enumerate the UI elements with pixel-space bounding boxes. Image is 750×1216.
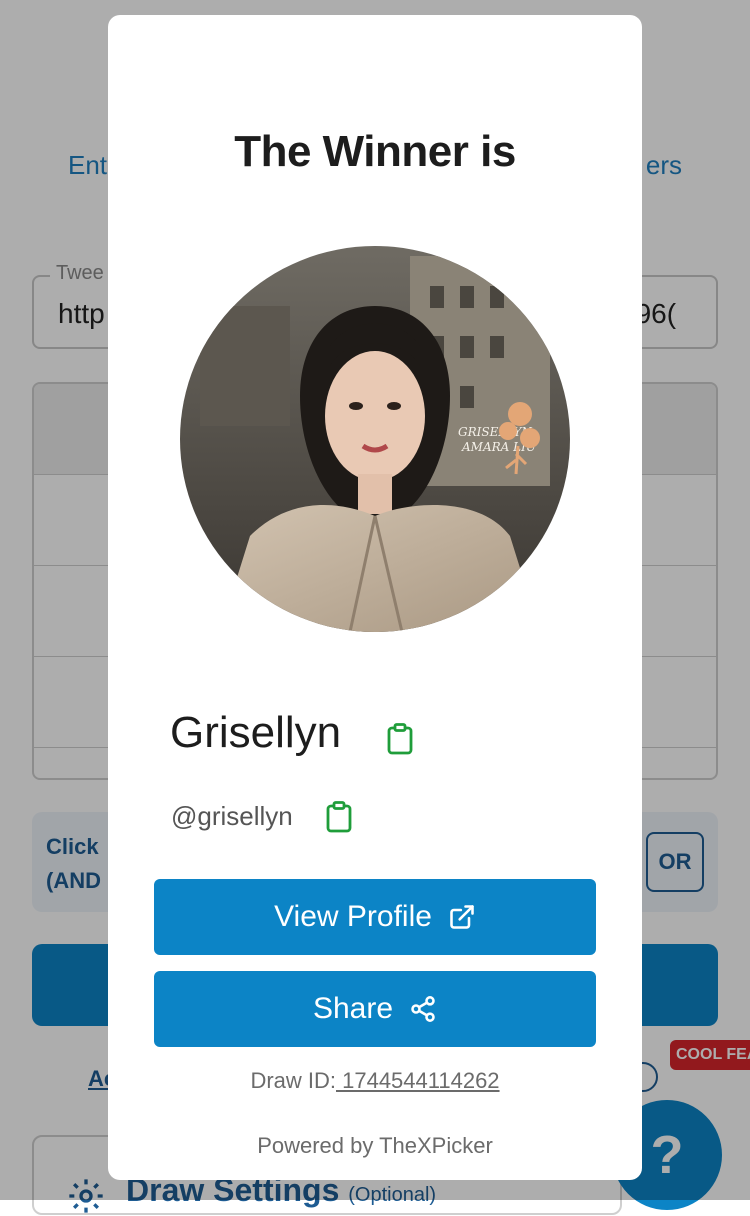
draw-id-value[interactable]: 1744544114262 [336, 1068, 499, 1093]
share-button[interactable]: Share [154, 971, 596, 1047]
copy-handle-icon[interactable] [325, 801, 353, 833]
winner-name: Grisellyn [170, 708, 342, 757]
draw-id: Draw ID: 1744544114262 [108, 1068, 642, 1094]
winner-modal: The Winner is GRISELLYN AMARA LIU Grisel… [108, 15, 642, 1180]
view-profile-label: View Profile [274, 900, 432, 933]
copy-name-icon[interactable] [387, 723, 413, 755]
modal-title: The Winner is [234, 127, 516, 176]
winner-avatar: GRISELLYN AMARA LIU [180, 246, 570, 632]
share-icon [411, 996, 435, 1022]
share-label: Share [312, 992, 394, 1025]
winner-handle: @grisellyn [171, 801, 293, 831]
view-profile-button[interactable]: View Profile [154, 879, 596, 955]
external-link-icon [450, 905, 474, 929]
draw-id-label: Draw ID: [250, 1068, 336, 1093]
powered-by: Powered by TheXPicker [257, 1133, 493, 1158]
